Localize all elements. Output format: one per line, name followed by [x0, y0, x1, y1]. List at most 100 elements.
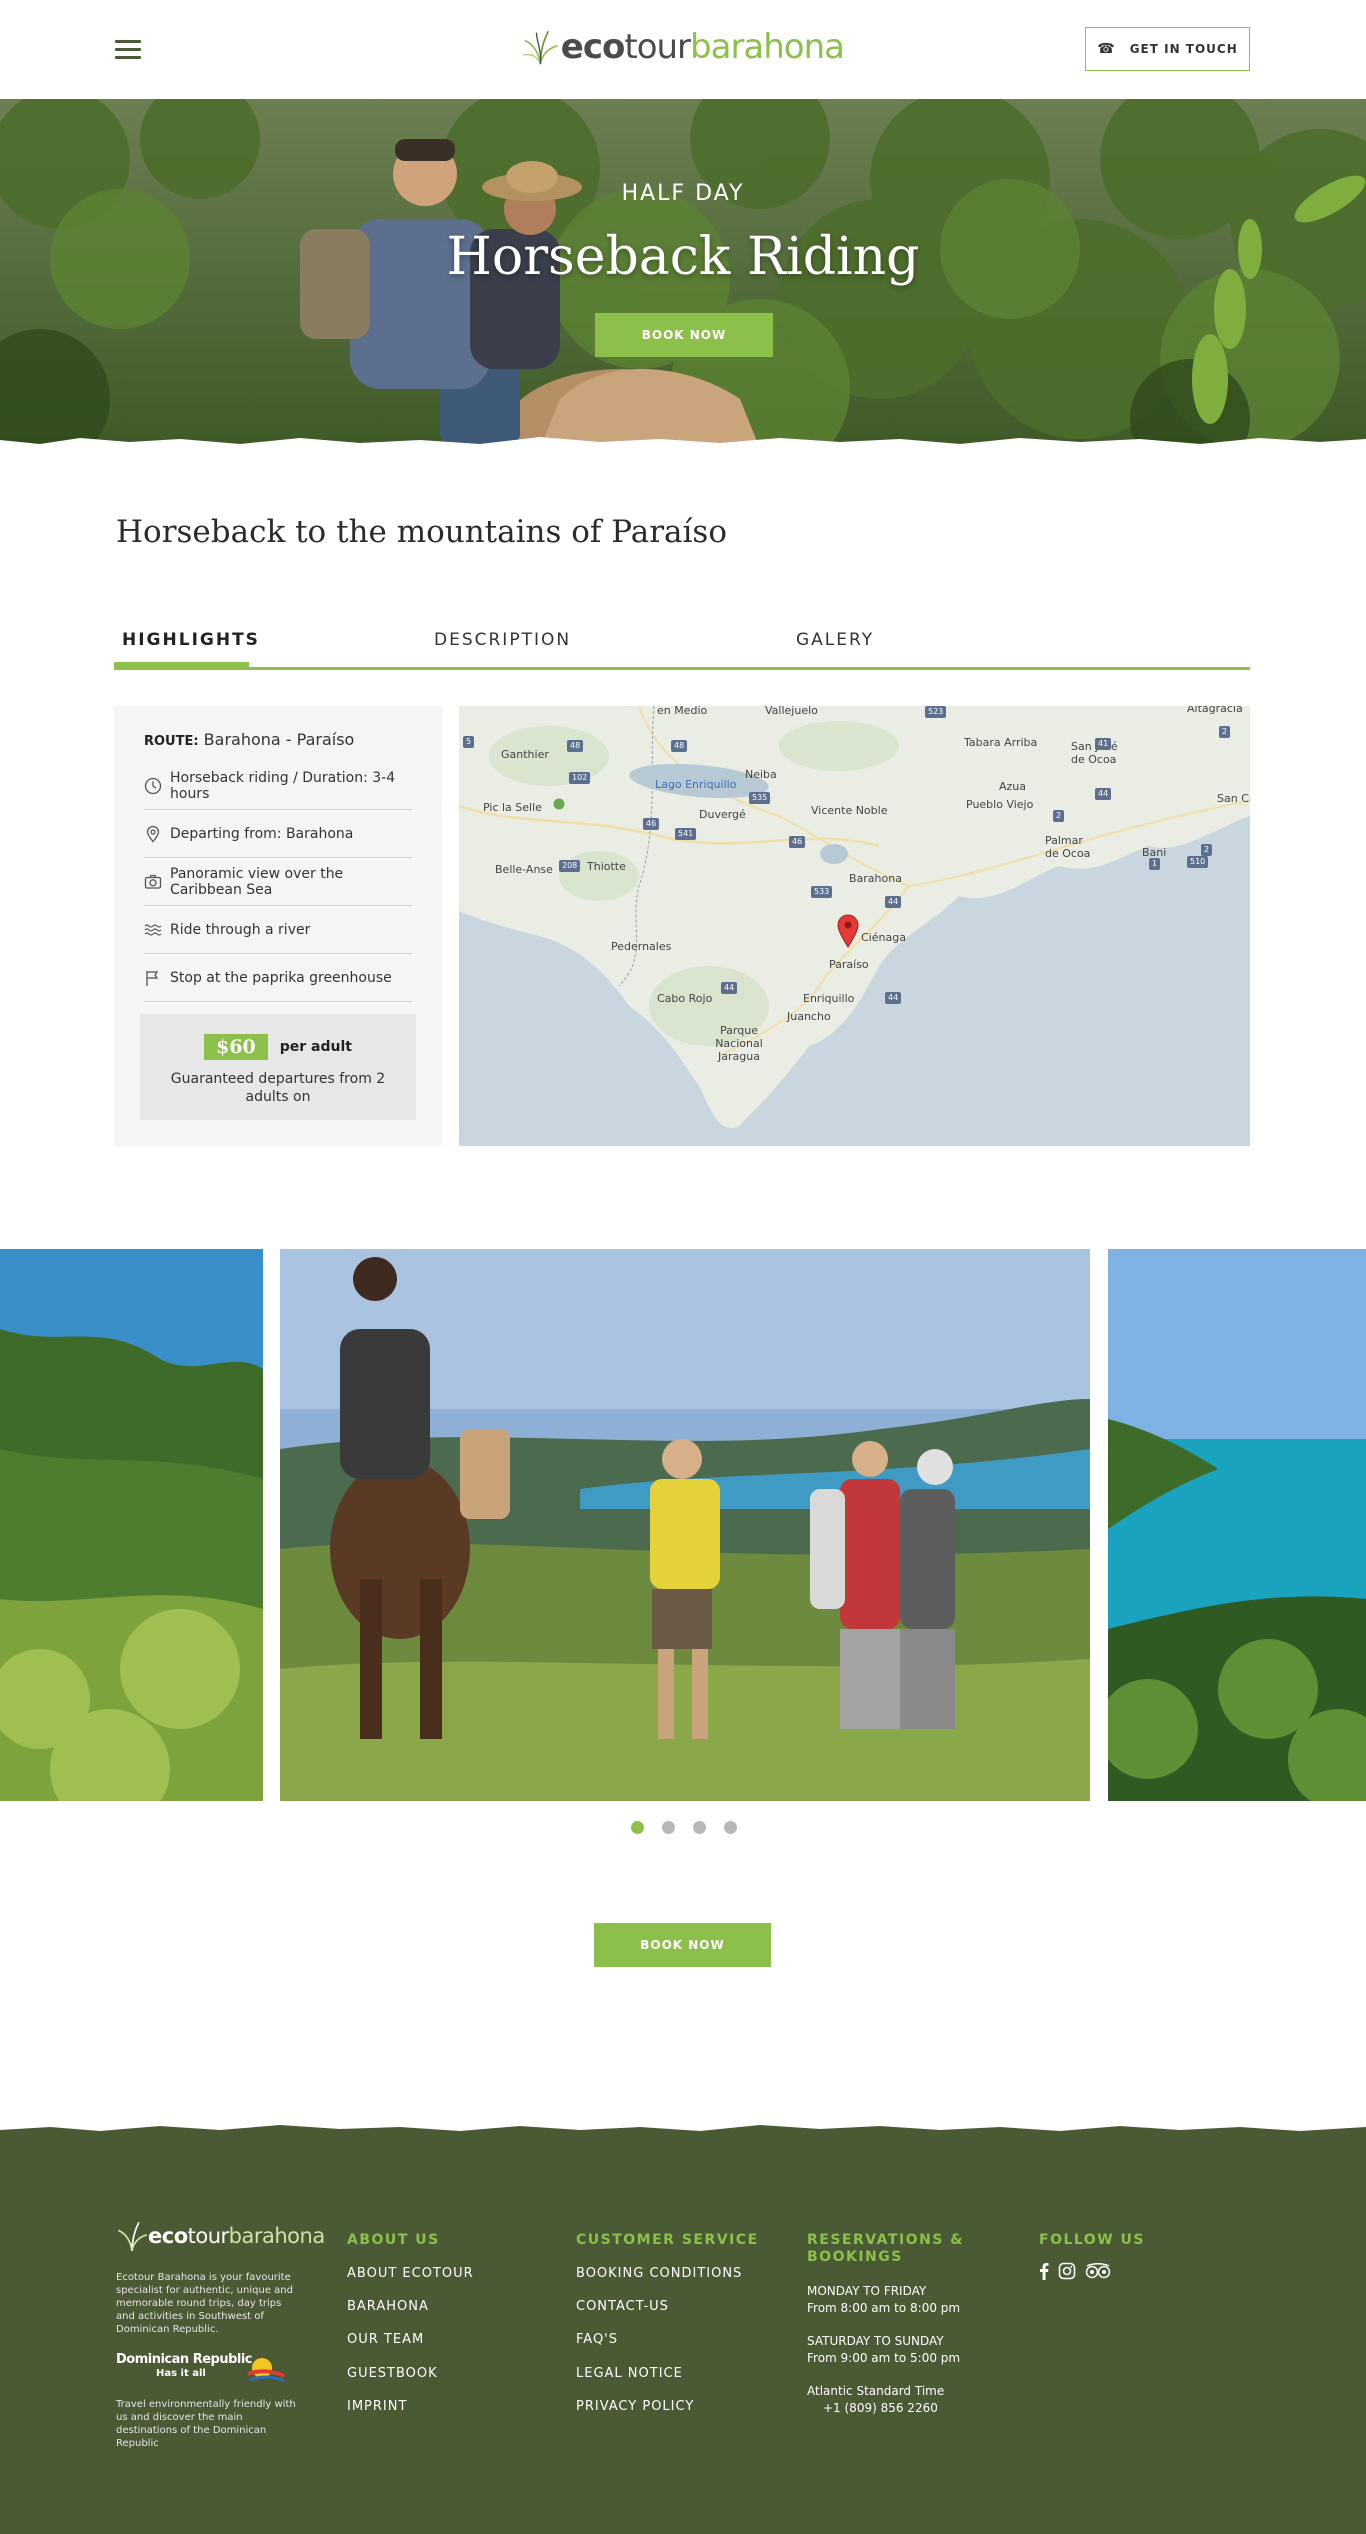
route-shield: 48	[671, 740, 688, 752]
footer-link-legal-notice[interactable]: LEGAL NOTICE	[576, 2366, 683, 2381]
menu-hamburger-icon[interactable]	[115, 40, 141, 60]
water-waves-icon	[144, 923, 162, 936]
site-header: ecotourbarahona ☎ GET IN TOUCH	[0, 0, 1366, 99]
route-shield: 44	[885, 896, 902, 908]
get-in-touch-label: GET IN TOUCH	[1129, 42, 1238, 56]
price-row: $60 per adult	[140, 1034, 416, 1060]
footer-description-2: Travel environmentally friendly with us …	[116, 2399, 296, 2449]
dr-logo-line1: Dominican Republic	[116, 2352, 253, 2367]
footer-link-our-team[interactable]: OUR TEAM	[347, 2332, 424, 2347]
footer-link-barahona[interactable]: BARAHONA	[347, 2299, 429, 2314]
highlight-text: Ride through a river	[170, 921, 311, 938]
logo-eco: eco	[560, 27, 626, 67]
park-pin-icon	[553, 798, 565, 810]
highlight-text: Horseback riding / Duration: 3-4 hours	[170, 769, 396, 802]
weekday-hours: From 8:00 am to 8:00 pm	[807, 2301, 961, 2315]
footer-reservations: RESERVATIONS & BOOKINGS MONDAY TO FRIDAY…	[807, 2232, 967, 2415]
route-shield: 5	[463, 736, 475, 748]
route-shield: 48	[567, 740, 584, 752]
gallery-slide-hikers[interactable]	[280, 1249, 1090, 1801]
footer-link-booking-conditions[interactable]: BOOKING CONDITIONS	[576, 2266, 742, 2281]
highlight-text: Departing from: Barahona	[170, 825, 354, 842]
gallery-slide-mountains[interactable]	[0, 1249, 263, 1801]
gallery-image-coast	[1108, 1249, 1366, 1801]
map-label: Lago Enriquillo	[655, 778, 737, 791]
route-shield: 2	[1201, 844, 1213, 856]
footer-link-imprint[interactable]: IMPRINT	[347, 2399, 407, 2414]
guaranteed-departures-text: Guaranteed departures from 2 adults on	[170, 1071, 386, 1105]
tripadvisor-icon[interactable]	[1085, 2263, 1111, 2279]
phone-number-link[interactable]: +1 (809) 856 2260	[823, 2399, 938, 2417]
footer-heading: ABOUT US	[347, 2232, 440, 2248]
footer-link-privacy-policy[interactable]: PRIVACY POLICY	[576, 2399, 694, 2414]
map-label: Vallejuelo	[765, 706, 818, 717]
map-label: Cabo Rojo	[657, 992, 713, 1005]
route-shield: 208	[559, 860, 581, 872]
highlight-item: Ride through a river	[144, 906, 412, 954]
gallery-image-hikers	[280, 1249, 1090, 1801]
route-map[interactable]: en Medio Vallejuelo Tabara Arriba San Jo…	[459, 706, 1250, 1146]
hero-title: Horseback Riding	[446, 227, 920, 287]
route-shield: 1	[1149, 858, 1161, 870]
book-now-button[interactable]: BOOK NOW	[594, 1923, 771, 1967]
footer-link-about-ecotour[interactable]: ABOUT ECOTOUR	[347, 2266, 474, 2281]
map-label: Enriquillo	[803, 992, 855, 1005]
tab-galery[interactable]: GALERY	[796, 630, 874, 650]
route-info: ROUTE: Barahona - Paraíso	[144, 730, 354, 749]
footer-logo-text: ecotourbarahona	[148, 2224, 325, 2248]
gallery-slide-coast[interactable]	[1108, 1249, 1366, 1801]
carousel-dot[interactable]	[724, 1821, 737, 1834]
footer-link-faqs[interactable]: FAQ'S	[576, 2332, 618, 2347]
hero-book-now-button[interactable]: BOOK NOW	[595, 313, 773, 357]
footer-logo-tour: tour	[187, 2224, 230, 2248]
map-label: Ganthier	[501, 748, 549, 761]
route-shield: 523	[925, 706, 947, 718]
price-tag: $60	[204, 1034, 268, 1060]
footer-about-us: ABOUT US ABOUT ECOTOUR BARAHONA OUR TEAM…	[347, 2232, 473, 2414]
logo-text: ecotourbarahona	[560, 27, 845, 67]
facebook-icon[interactable]	[1039, 2262, 1049, 2280]
carousel-dot[interactable]	[662, 1821, 675, 1834]
tab-highlights[interactable]: HIGHLIGHTS	[122, 630, 260, 650]
carousel-dot[interactable]	[631, 1821, 644, 1834]
tab-description[interactable]: DESCRIPTION	[434, 630, 571, 650]
get-in-touch-button[interactable]: ☎ GET IN TOUCH	[1085, 27, 1250, 71]
highlights-panel: ROUTE: Barahona - Paraíso Horseback ridi…	[114, 706, 442, 1146]
carousel-dots	[631, 1821, 737, 1835]
footer-heading: CUSTOMER SERVICE	[576, 2232, 759, 2248]
sun-logo-icon	[247, 2358, 285, 2383]
dominican-republic-logo: Dominican Republic Has it all	[116, 2352, 288, 2388]
route-shield: 41	[1095, 738, 1112, 750]
map-label: Parque Nacional Jaragua	[715, 1024, 763, 1063]
camera-icon	[144, 874, 162, 889]
route-shield: 44	[885, 992, 902, 1004]
map-marker-icon[interactable]	[837, 914, 859, 948]
footer-follow-us: FOLLOW US	[1039, 2232, 1145, 2280]
footer-link-guestbook[interactable]: GUESTBOOK	[347, 2366, 438, 2381]
highlight-item: Panoramic view over the Caribbean Sea	[144, 858, 412, 906]
instagram-icon[interactable]	[1058, 2262, 1076, 2280]
footer-customer-service: CUSTOMER SERVICE BOOKING CONDITIONS CONT…	[576, 2232, 759, 2414]
route-shield: 44	[721, 982, 738, 994]
site-logo[interactable]: ecotourbarahona	[522, 18, 845, 76]
route-shield: 102	[569, 772, 591, 784]
footer-link-contact-us[interactable]: CONTACT-US	[576, 2299, 669, 2314]
route-shield: 510	[1187, 856, 1209, 868]
per-adult-label: per adult	[279, 1039, 352, 1055]
route-shield: 2	[1219, 726, 1231, 738]
logo-barahona: barahona	[690, 27, 845, 67]
route-shield: 46	[643, 818, 660, 830]
footer-logo[interactable]: ecotourbarahona	[116, 2220, 325, 2252]
map-label: Duvergé	[699, 808, 746, 821]
map-label: Azua	[999, 780, 1027, 793]
footer-description: Ecotour Barahona is your favourite speci…	[116, 2272, 293, 2335]
tour-title: Horseback to the mountains of Paraíso	[116, 514, 727, 550]
carousel-dot[interactable]	[693, 1821, 706, 1834]
hero-torn-edge	[0, 437, 1366, 456]
map-label: Barahona	[849, 872, 902, 885]
map-label: Ciénaga	[861, 931, 906, 944]
route-shield: 535	[749, 792, 771, 804]
photo-gallery-carousel[interactable]	[0, 1249, 1366, 1801]
map-label: Palmar de Ocoa	[1045, 834, 1091, 860]
map-label: Tabara Arriba	[964, 736, 1038, 749]
